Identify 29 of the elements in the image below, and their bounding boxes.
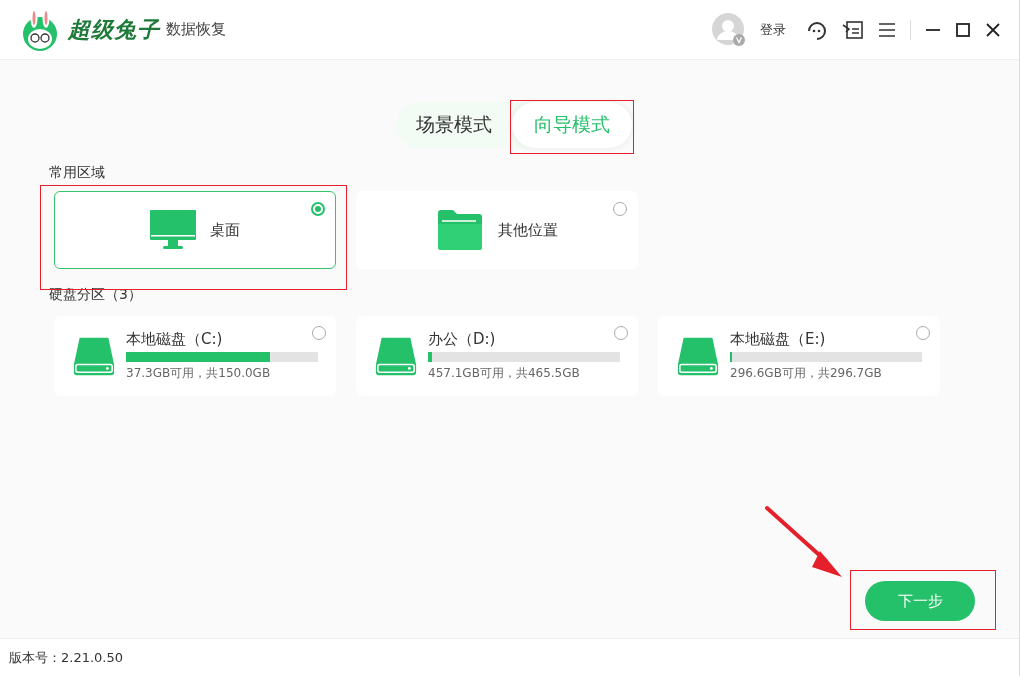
drive-name: 办公（D:) (428, 330, 497, 349)
login-link[interactable]: 登录 (760, 20, 786, 39)
hard-drive-icon (374, 335, 418, 377)
hard-drive-icon (676, 335, 720, 377)
drive-card[interactable]: 本地磁盘（C:) 37.3GB可用，共150.0GB (54, 316, 336, 396)
drive-name: 本地磁盘（C:) (126, 330, 224, 349)
drive-usage: 37.3GB可用，共150.0GB (126, 365, 272, 382)
drive-usage: 457.1GB可用，共465.5GB (428, 365, 581, 382)
brand-name: 超级兔子 (68, 15, 160, 44)
version-text: 版本号：2.21.0.50 (9, 648, 124, 667)
product-name: 数据恢复 (166, 20, 226, 39)
maximize-icon[interactable] (955, 21, 971, 38)
feedback-icon[interactable] (842, 18, 864, 41)
close-icon[interactable] (985, 21, 1001, 38)
mode-tab[interactable]: 场景模式 (395, 102, 512, 148)
location-card[interactable]: 桌面 (54, 191, 336, 269)
location-card[interactable]: 其他位置 (356, 191, 638, 269)
folder-icon (436, 209, 484, 251)
location-label: 桌面 (210, 220, 240, 240)
menu-icon[interactable] (878, 21, 896, 38)
drive-usage: 296.6GB可用，共296.7GB (730, 365, 883, 382)
drive-card[interactable]: 办公（D:) 457.1GB可用，共465.5GB (356, 316, 638, 396)
section-title: 常用区域 (49, 164, 106, 182)
drive-name: 本地磁盘（E:) (730, 330, 827, 349)
monitor-icon (150, 210, 196, 250)
hard-drive-icon (72, 335, 116, 377)
location-label: 其他位置 (498, 220, 558, 240)
radio-button[interactable] (311, 202, 325, 216)
drive-card[interactable]: 本地磁盘（E:) 296.6GB可用，共296.7GB (658, 316, 940, 396)
